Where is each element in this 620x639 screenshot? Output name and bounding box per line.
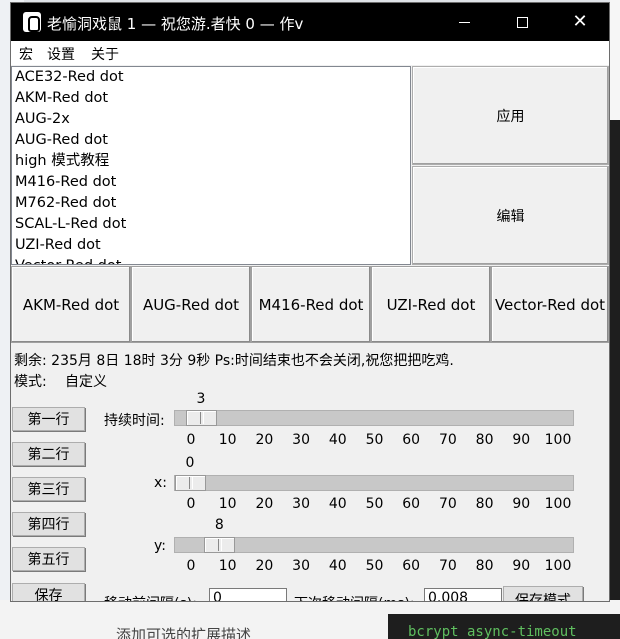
x-slider[interactable] [174, 475, 574, 491]
tick-label: 40 [328, 432, 347, 448]
quick-preset-aug-button[interactable]: AUG-Red dot [131, 266, 251, 343]
list-item[interactable]: AUG-Red dot [15, 130, 108, 151]
y-slider-value: 8 [214, 517, 224, 533]
duration-slider-label: 持续时间: [104, 413, 165, 429]
duration-slider-value: 3 [196, 391, 206, 407]
quick-preset-akm-button[interactable]: AKM-Red dot [11, 266, 131, 343]
tick-label: 30 [292, 432, 311, 448]
app-window: 老愉洞戏鼠 1 — 祝您游.者快 0 — 作v ✕ 宏 设置 关于 ACE32-… [10, 2, 610, 602]
x-slider-ticks: 0 10 20 30 40 50 60 70 80 90 100 [174, 496, 584, 514]
row-4-button[interactable]: 第四行 [12, 512, 85, 536]
duration-slider-ticks: 0 10 20 30 40 50 60 70 80 90 100 [174, 432, 584, 450]
list-item[interactable]: ACE32-Red dot [15, 67, 124, 88]
tick-label: 50 [365, 558, 384, 574]
list-item[interactable]: M416-Red dot [15, 172, 116, 193]
menu-settings[interactable]: 设置 [47, 44, 75, 64]
list-item[interactable]: SCAL-L-Red dot [15, 214, 126, 235]
quick-preset-uzi-button[interactable]: UZI-Red dot [371, 266, 491, 343]
quick-preset-vector-button[interactable]: Vector-Red dot [491, 266, 609, 343]
y-slider-thumb[interactable] [204, 537, 236, 553]
x-slider-thumb[interactable] [175, 475, 206, 491]
tick-label: 20 [255, 432, 274, 448]
tick-label: 20 [255, 496, 274, 512]
tick-label: 10 [218, 558, 237, 574]
duration-slider-thumb[interactable] [186, 410, 217, 426]
row-2-button[interactable]: 第二行 [12, 442, 85, 466]
close-button[interactable]: ✕ [551, 3, 609, 41]
tick-label: 60 [402, 558, 421, 574]
minimize-icon [458, 21, 470, 23]
tick-label: 40 [328, 558, 347, 574]
menu-bar: 宏 设置 关于 [11, 41, 609, 65]
move-before-interval-input[interactable]: 0 [209, 588, 287, 601]
close-icon: ✕ [572, 11, 588, 32]
minimize-button[interactable] [435, 3, 493, 41]
row-1-button[interactable]: 第一行 [12, 407, 85, 431]
tick-label: 50 [365, 496, 384, 512]
remaining-time-status: 剩余: 235月 8日 18时 3分 9秒 Ps:时间结束也不会关闭,祝您把把吃… [14, 353, 454, 369]
maximize-button[interactable] [493, 3, 551, 41]
tick-label: 10 [218, 496, 237, 512]
tick-label: 20 [255, 558, 274, 574]
tick-label: 0 [186, 432, 196, 448]
tick-label: 70 [438, 496, 457, 512]
move-before-interval-label: 移动前间隔(s): [104, 593, 197, 601]
menu-macro[interactable]: 宏 [19, 44, 33, 64]
duration-slider[interactable] [174, 410, 574, 426]
list-item[interactable]: UZI-Red dot [15, 235, 101, 256]
background-code-editor [610, 120, 620, 639]
tick-label: 90 [512, 432, 531, 448]
menu-about[interactable]: 关于 [91, 44, 119, 64]
tick-label: 80 [475, 496, 494, 512]
tick-label: 100 [544, 496, 572, 512]
y-slider-ticks: 0 10 20 30 40 50 60 70 80 90 100 [174, 558, 584, 576]
tick-label: 90 [512, 558, 531, 574]
quick-preset-m416-button[interactable]: M416-Red dot [251, 266, 371, 343]
tick-label: 50 [365, 432, 384, 448]
row-3-button[interactable]: 第三行 [12, 477, 85, 501]
row-5-button[interactable]: 第五行 [12, 547, 85, 571]
tick-label: 30 [292, 496, 311, 512]
tick-label: 100 [544, 432, 572, 448]
preset-list[interactable]: ACE32-Red dot AKM-Red dot AUG-2x AUG-Red… [11, 66, 411, 265]
tick-label: 0 [186, 558, 196, 574]
tick-label: 90 [512, 496, 531, 512]
next-move-interval-input[interactable]: 0.008 [424, 588, 502, 601]
mode-value: 自定义 [65, 374, 107, 390]
tick-label: 70 [438, 558, 457, 574]
edit-button[interactable]: 编辑 [412, 166, 609, 265]
title-bar[interactable]: 老愉洞戏鼠 1 — 祝您游.者快 0 — 作v ✕ [11, 3, 609, 41]
tick-label: 60 [402, 496, 421, 512]
tick-label: 60 [402, 432, 421, 448]
save-button[interactable]: 保存 [12, 583, 85, 601]
app-mouse-icon [23, 12, 41, 32]
list-item[interactable]: Vector-Red dot [15, 256, 121, 264]
list-item[interactable]: high 模式教程 [15, 151, 109, 172]
x-slider-value: 0 [185, 455, 195, 471]
list-item[interactable]: M762-Red dot [15, 193, 116, 214]
next-move-interval-label: 下次移动间隔(ms): [294, 593, 415, 601]
tick-label: 30 [292, 558, 311, 574]
list-item[interactable]: AKM-Red dot [15, 88, 108, 109]
mode-label: 模式: [14, 374, 47, 390]
window-title: 老愉洞戏鼠 1 — 祝您游.者快 0 — 作v [47, 15, 304, 33]
apply-button[interactable]: 应用 [412, 66, 609, 165]
background-description-text: 添加可选的扩展描述 [116, 626, 252, 639]
tick-label: 100 [544, 558, 572, 574]
tick-label: 0 [186, 496, 196, 512]
list-item[interactable]: AUG-2x [15, 109, 70, 130]
tick-label: 70 [438, 432, 457, 448]
maximize-icon [516, 16, 528, 28]
y-slider-label: y: [154, 538, 166, 554]
tick-label: 40 [328, 496, 347, 512]
tick-label: 80 [475, 432, 494, 448]
x-slider-label: x: [154, 475, 168, 491]
tick-label: 80 [475, 558, 494, 574]
background-terminal-text: bcrypt async-timeout [408, 624, 577, 639]
y-slider[interactable] [174, 537, 574, 553]
save-mode-button[interactable]: 保存模式 [503, 586, 583, 601]
tick-label: 10 [218, 432, 237, 448]
